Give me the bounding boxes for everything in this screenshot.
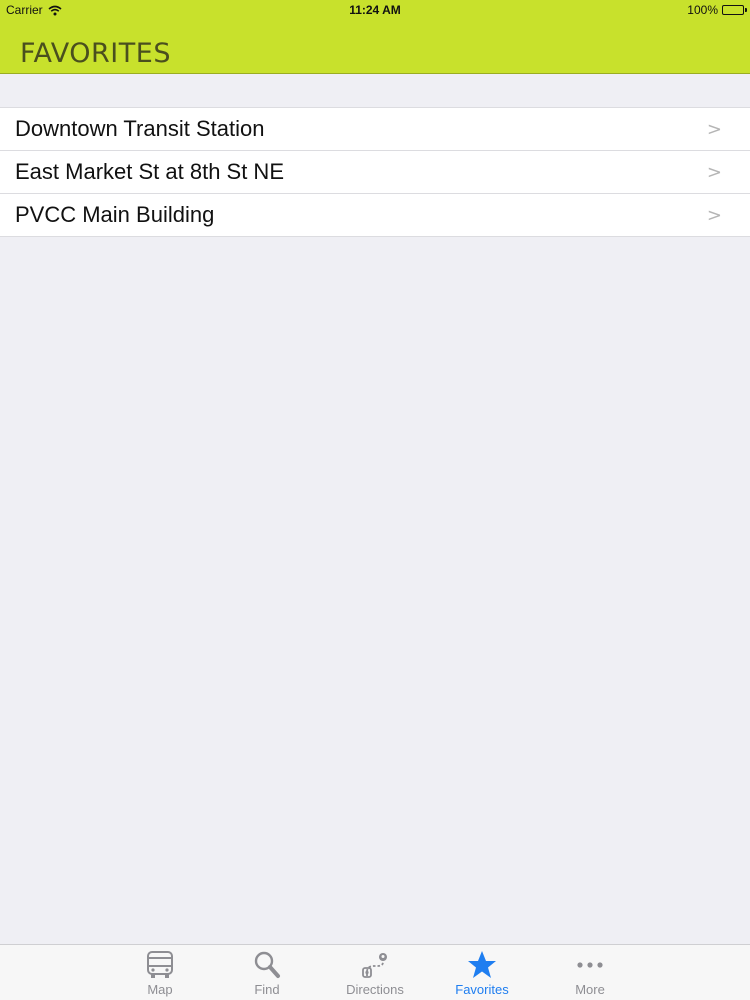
- more-dots-icon: [577, 962, 603, 968]
- status-bar: Carrier 11:24 AM 100%: [0, 0, 750, 20]
- battery-percent: 100%: [687, 3, 718, 17]
- tab-directions[interactable]: Directions: [325, 945, 425, 1000]
- list-item-label: East Market St at 8th St NE: [15, 159, 284, 184]
- route-icon: [362, 953, 387, 978]
- list-item[interactable]: Downtown Transit Station >: [0, 108, 750, 151]
- page-title: FAVORITES: [20, 38, 171, 69]
- status-right: 100%: [687, 3, 747, 17]
- tab-label: Map: [147, 982, 173, 997]
- tab-find[interactable]: Find: [217, 945, 317, 1000]
- navigation-bar: Carrier 11:24 AM 100% FAVORITES: [0, 0, 750, 74]
- tab-label: Directions: [346, 982, 404, 997]
- tab-more[interactable]: More: [540, 945, 640, 1000]
- tab-bar: Map Find Directions Favorites More: [0, 944, 750, 1000]
- list-item[interactable]: East Market St at 8th St NE >: [0, 151, 750, 194]
- star-icon: [468, 951, 496, 978]
- tab-label: Favorites: [455, 982, 509, 997]
- list-item-label: Downtown Transit Station: [15, 116, 265, 141]
- tab-favorites[interactable]: Favorites: [432, 945, 532, 1000]
- battery-icon: [722, 5, 747, 15]
- tab-label: More: [575, 982, 605, 997]
- status-time: 11:24 AM: [349, 3, 401, 17]
- list-item-label: PVCC Main Building: [15, 202, 215, 227]
- favorites-list: Downtown Transit Station > East Market S…: [0, 107, 750, 237]
- search-icon: [254, 951, 280, 978]
- list-item[interactable]: PVCC Main Building >: [0, 194, 750, 236]
- chevron-right-icon: >: [706, 204, 722, 226]
- bus-icon: [147, 951, 173, 978]
- chevron-right-icon: >: [706, 161, 722, 183]
- tab-map[interactable]: Map: [110, 945, 210, 1000]
- tab-label: Find: [254, 982, 280, 997]
- chevron-right-icon: >: [706, 118, 722, 140]
